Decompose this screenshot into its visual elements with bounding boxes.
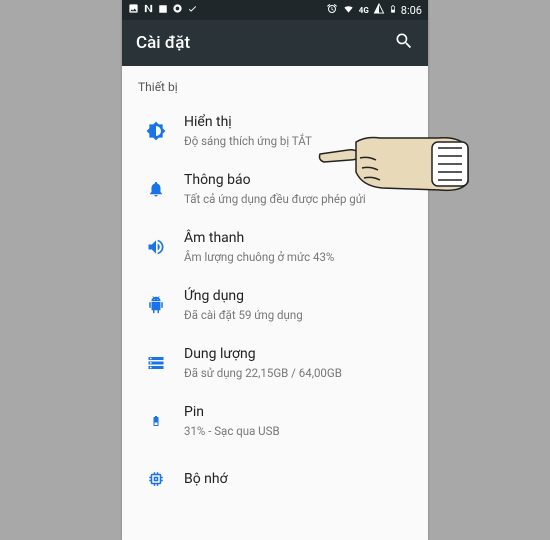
app-bar: Cài đặt xyxy=(122,20,428,66)
status-bar: 4G 8:06 xyxy=(122,0,428,20)
settings-item-battery[interactable]: Pin 31% - Sạc qua USB xyxy=(122,392,428,450)
section-header-device: Thiết bị xyxy=(122,66,428,102)
item-title: Ứng dụng xyxy=(184,287,412,305)
item-subtitle: Âm lượng chuông ở mức 43% xyxy=(184,250,412,265)
item-subtitle: Đã cài đặt 59 ứng dụng xyxy=(184,308,412,323)
image-icon xyxy=(128,3,139,17)
check-icon xyxy=(187,3,198,17)
settings-item-storage[interactable]: Dung lượng Đã sử dụng 22,15GB / 64,00GB xyxy=(122,334,428,392)
item-title: Dung lượng xyxy=(184,345,412,363)
item-title: Pin xyxy=(184,403,412,421)
network-label: 4G xyxy=(359,6,369,15)
volume-icon xyxy=(136,237,176,257)
battery-icon xyxy=(136,411,176,431)
page-title: Cài đặt xyxy=(136,33,190,53)
settings-list: Thiết bị Hiển thị Độ sáng thích ứng bị T… xyxy=(122,66,428,540)
brightness-icon xyxy=(136,121,176,141)
item-title: Hiển thị xyxy=(184,113,412,131)
item-title: Bộ nhớ xyxy=(184,470,412,488)
n-icon xyxy=(143,3,154,17)
clock-text: 8:06 xyxy=(401,4,422,17)
memory-icon xyxy=(136,470,176,488)
storage-icon xyxy=(136,354,176,372)
settings-item-memory[interactable]: Bộ nhớ xyxy=(122,450,428,508)
settings-item-apps[interactable]: Ứng dụng Đã cài đặt 59 ứng dụng xyxy=(122,276,428,334)
item-subtitle: Đã sử dụng 22,15GB / 64,00GB xyxy=(184,366,412,381)
item-subtitle: Tất cả ứng dụng đều được phép gửi xyxy=(184,192,412,207)
item-subtitle: 31% - Sạc qua USB xyxy=(184,424,412,439)
item-title: Thông báo xyxy=(184,171,412,189)
battery-icon xyxy=(389,3,397,18)
settings-item-display[interactable]: Hiển thị Độ sáng thích ứng bị TẮT xyxy=(122,102,428,160)
settings-item-sound[interactable]: Âm thanh Âm lượng chuông ở mức 43% xyxy=(122,218,428,276)
location-icon xyxy=(172,3,183,17)
settings-item-notifications[interactable]: Thông báo Tất cả ứng dụng đều được phép … xyxy=(122,160,428,218)
alarm-icon xyxy=(326,3,338,18)
signal-icon xyxy=(373,3,385,17)
item-subtitle: Độ sáng thích ứng bị TẮT xyxy=(184,134,412,149)
bell-icon xyxy=(136,180,176,198)
wifi-icon xyxy=(342,3,355,17)
phone-frame: 4G 8:06 Cài đặt Thiết bị Hiển thị Độ sán… xyxy=(122,0,428,540)
square-icon xyxy=(158,4,168,17)
search-icon[interactable] xyxy=(394,31,414,55)
android-icon xyxy=(136,296,176,314)
item-title: Âm thanh xyxy=(184,229,412,247)
